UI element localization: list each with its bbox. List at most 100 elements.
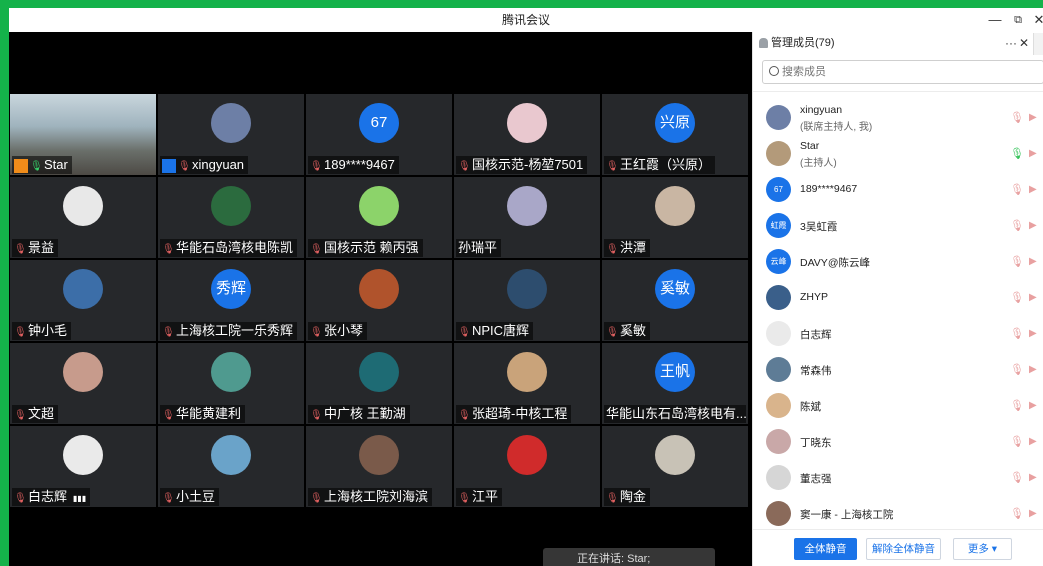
camera-off-icon[interactable]: ▶ bbox=[1029, 220, 1043, 232]
mic-muted-icon: 🎙 bbox=[310, 244, 323, 255]
video-tile[interactable]: 🎙华能黄建利 bbox=[158, 343, 304, 424]
camera-off-icon[interactable]: ▶ bbox=[1029, 292, 1043, 304]
unmute-all-button[interactable]: 解除全体静音 bbox=[866, 538, 941, 560]
video-tile[interactable]: 🎙Star bbox=[10, 94, 156, 175]
more-options-button[interactable]: ··· bbox=[1005, 32, 1017, 54]
video-tile[interactable]: 🎙张小琴 bbox=[306, 260, 452, 341]
member-search[interactable] bbox=[762, 60, 1043, 84]
mic-muted-icon: 🎙 bbox=[14, 244, 27, 255]
member-row[interactable]: 丁晓东 🎙 ▶ bbox=[753, 424, 1043, 460]
camera-off-icon[interactable]: ▶ bbox=[1029, 148, 1043, 160]
video-tile[interactable]: 奚敏 🎙奚敏 bbox=[602, 260, 748, 341]
video-tile[interactable]: 兴原 🎙王红霞（兴原） bbox=[602, 94, 748, 175]
video-tile[interactable]: 🎙钟小毛 bbox=[10, 260, 156, 341]
camera-off-icon[interactable]: ▶ bbox=[1029, 184, 1043, 196]
mic-muted-icon[interactable]: 🎙 bbox=[1010, 363, 1024, 377]
video-tile[interactable]: 67 🎙189****9467 bbox=[306, 94, 452, 175]
member-row[interactable]: 陈斌 🎙 ▶ bbox=[753, 388, 1043, 424]
video-tile[interactable]: 🎙国核示范 赖丙强 bbox=[306, 177, 452, 258]
avatar bbox=[211, 352, 251, 392]
mic-muted-icon: 🎙 bbox=[458, 493, 471, 504]
participant-label: 🎙王红霞（兴原） bbox=[604, 156, 716, 174]
member-row[interactable]: 虹霞 3吴虹霞 🎙 ▶ bbox=[753, 208, 1043, 244]
search-input[interactable] bbox=[782, 63, 1022, 81]
video-tile[interactable]: 王帆 华能山东石岛湾核电有... bbox=[602, 343, 748, 424]
member-row[interactable]: 67 189****9467 🎙 ▶ bbox=[753, 172, 1043, 208]
video-tile[interactable]: 🎙陶金 bbox=[602, 426, 748, 507]
video-tile[interactable]: 🎙xingyuan bbox=[158, 94, 304, 175]
participant-label: 🎙Star bbox=[12, 156, 72, 174]
video-tile[interactable]: 🎙张超琦-中核工程 bbox=[454, 343, 600, 424]
mic-muted-icon[interactable]: 🎙 bbox=[1010, 327, 1024, 341]
mic-on-icon[interactable]: 🎙 bbox=[1010, 147, 1024, 161]
video-tile[interactable]: 🎙上海核工院刘海滨 bbox=[306, 426, 452, 507]
member-avatar: 虹霞 bbox=[766, 213, 791, 238]
panel-close-button[interactable]: ✕ bbox=[1019, 32, 1029, 54]
mic-muted-icon[interactable]: 🎙 bbox=[1010, 507, 1024, 521]
member-avatar bbox=[766, 285, 791, 310]
mic-muted-icon[interactable]: 🎙 bbox=[1010, 435, 1024, 449]
minimize-button[interactable]: — bbox=[985, 8, 1005, 32]
participant-name: 奚敏 bbox=[620, 323, 647, 338]
member-row[interactable]: 董志强 🎙 ▶ bbox=[753, 460, 1043, 496]
member-avatar bbox=[766, 141, 791, 166]
mic-muted-icon[interactable]: 🎙 bbox=[1010, 111, 1024, 125]
avatar bbox=[63, 269, 103, 309]
video-tile[interactable]: 孙瑞平 bbox=[454, 177, 600, 258]
more-button[interactable]: 更多 ▾ bbox=[953, 538, 1012, 560]
video-tile[interactable]: 🎙文超 bbox=[10, 343, 156, 424]
video-tile[interactable]: 🎙中广核 王勤湖 bbox=[306, 343, 452, 424]
camera-off-icon[interactable]: ▶ bbox=[1029, 508, 1043, 520]
mic-muted-icon[interactable]: 🎙 bbox=[1010, 255, 1024, 269]
participant-label: 🎙NPIC唐辉 bbox=[456, 322, 534, 340]
participant-name: xingyuan bbox=[192, 157, 245, 172]
mic-muted-icon[interactable]: 🎙 bbox=[1010, 399, 1024, 413]
video-tile[interactable]: 🎙华能石岛湾核电陈凯 bbox=[158, 177, 304, 258]
video-tile[interactable]: 秀辉 🎙上海核工院一乐秀辉 bbox=[158, 260, 304, 341]
video-tile[interactable]: 🎙洪潭 bbox=[602, 177, 748, 258]
member-row[interactable]: xingyuan (联席主持人, 我) 🎙 ▶ bbox=[753, 100, 1043, 136]
video-tile[interactable]: 🎙景益 bbox=[10, 177, 156, 258]
video-tile[interactable]: 🎙小土豆 bbox=[158, 426, 304, 507]
participant-name: 文超 bbox=[28, 406, 55, 421]
member-row[interactable]: 白志辉 🎙 ▶ bbox=[753, 316, 1043, 352]
camera-off-icon[interactable]: ▶ bbox=[1029, 436, 1043, 448]
mic-muted-icon[interactable]: 🎙 bbox=[1010, 471, 1024, 485]
member-row[interactable]: 常森伟 🎙 ▶ bbox=[753, 352, 1043, 388]
camera-off-icon[interactable]: ▶ bbox=[1029, 112, 1043, 124]
close-button[interactable]: ✕ bbox=[1029, 8, 1043, 32]
video-tile[interactable]: 🎙白志辉 ▮▮▮ bbox=[10, 426, 156, 507]
mic-muted-icon[interactable]: 🎙 bbox=[1010, 183, 1024, 197]
panel-footer: 全体静音 解除全体静音 更多 ▾ bbox=[753, 529, 1043, 566]
participant-name: 景益 bbox=[28, 240, 55, 255]
video-grid: 🎙Star 🎙xingyuan 67 🎙189****9467 🎙国核示范-杨堃7501… bbox=[9, 93, 752, 510]
member-name: 丁晓东 bbox=[800, 437, 832, 449]
mic-muted-icon: 🎙 bbox=[178, 161, 191, 172]
participant-name: 王红霞（兴原） bbox=[620, 157, 712, 172]
mic-muted-icon: 🎙 bbox=[162, 327, 175, 338]
camera-off-icon[interactable]: ▶ bbox=[1029, 400, 1043, 412]
camera-off-icon[interactable]: ▶ bbox=[1029, 472, 1043, 484]
participant-label: 华能山东石岛湾核电有... bbox=[604, 405, 746, 423]
camera-off-icon[interactable]: ▶ bbox=[1029, 364, 1043, 376]
member-role: (主持人) bbox=[800, 158, 837, 169]
video-tile[interactable]: 🎙江平 bbox=[454, 426, 600, 507]
title-bar: 腾讯会议 — ⧉ ✕ bbox=[9, 8, 1043, 32]
mic-muted-icon[interactable]: 🎙 bbox=[1010, 219, 1024, 233]
member-row[interactable]: Star (主持人) 🎙 ▶ bbox=[753, 136, 1043, 172]
member-row[interactable]: 窦一康 - 上海核工院 🎙 ▶ bbox=[753, 496, 1043, 532]
mic-muted-icon: 🎙 bbox=[458, 327, 471, 338]
avatar: 兴原 bbox=[655, 103, 695, 143]
video-area: 🎙Star 🎙xingyuan 67 🎙189****9467 🎙国核示范-杨堃7501… bbox=[9, 32, 752, 566]
side-tab[interactable] bbox=[1033, 33, 1043, 55]
member-row[interactable]: ZHYP 🎙 ▶ bbox=[753, 280, 1043, 316]
camera-off-icon[interactable]: ▶ bbox=[1029, 328, 1043, 340]
member-name: 白志辉 bbox=[800, 329, 832, 341]
member-row[interactable]: 云峰 DAVY@陈云峰 🎙 ▶ bbox=[753, 244, 1043, 280]
video-tile[interactable]: 🎙NPIC唐辉 bbox=[454, 260, 600, 341]
mute-all-button[interactable]: 全体静音 bbox=[794, 538, 857, 560]
restore-button[interactable]: ⧉ bbox=[1008, 8, 1028, 32]
video-tile[interactable]: 🎙国核示范-杨堃7501 bbox=[454, 94, 600, 175]
mic-muted-icon[interactable]: 🎙 bbox=[1010, 291, 1024, 305]
camera-off-icon[interactable]: ▶ bbox=[1029, 256, 1043, 268]
